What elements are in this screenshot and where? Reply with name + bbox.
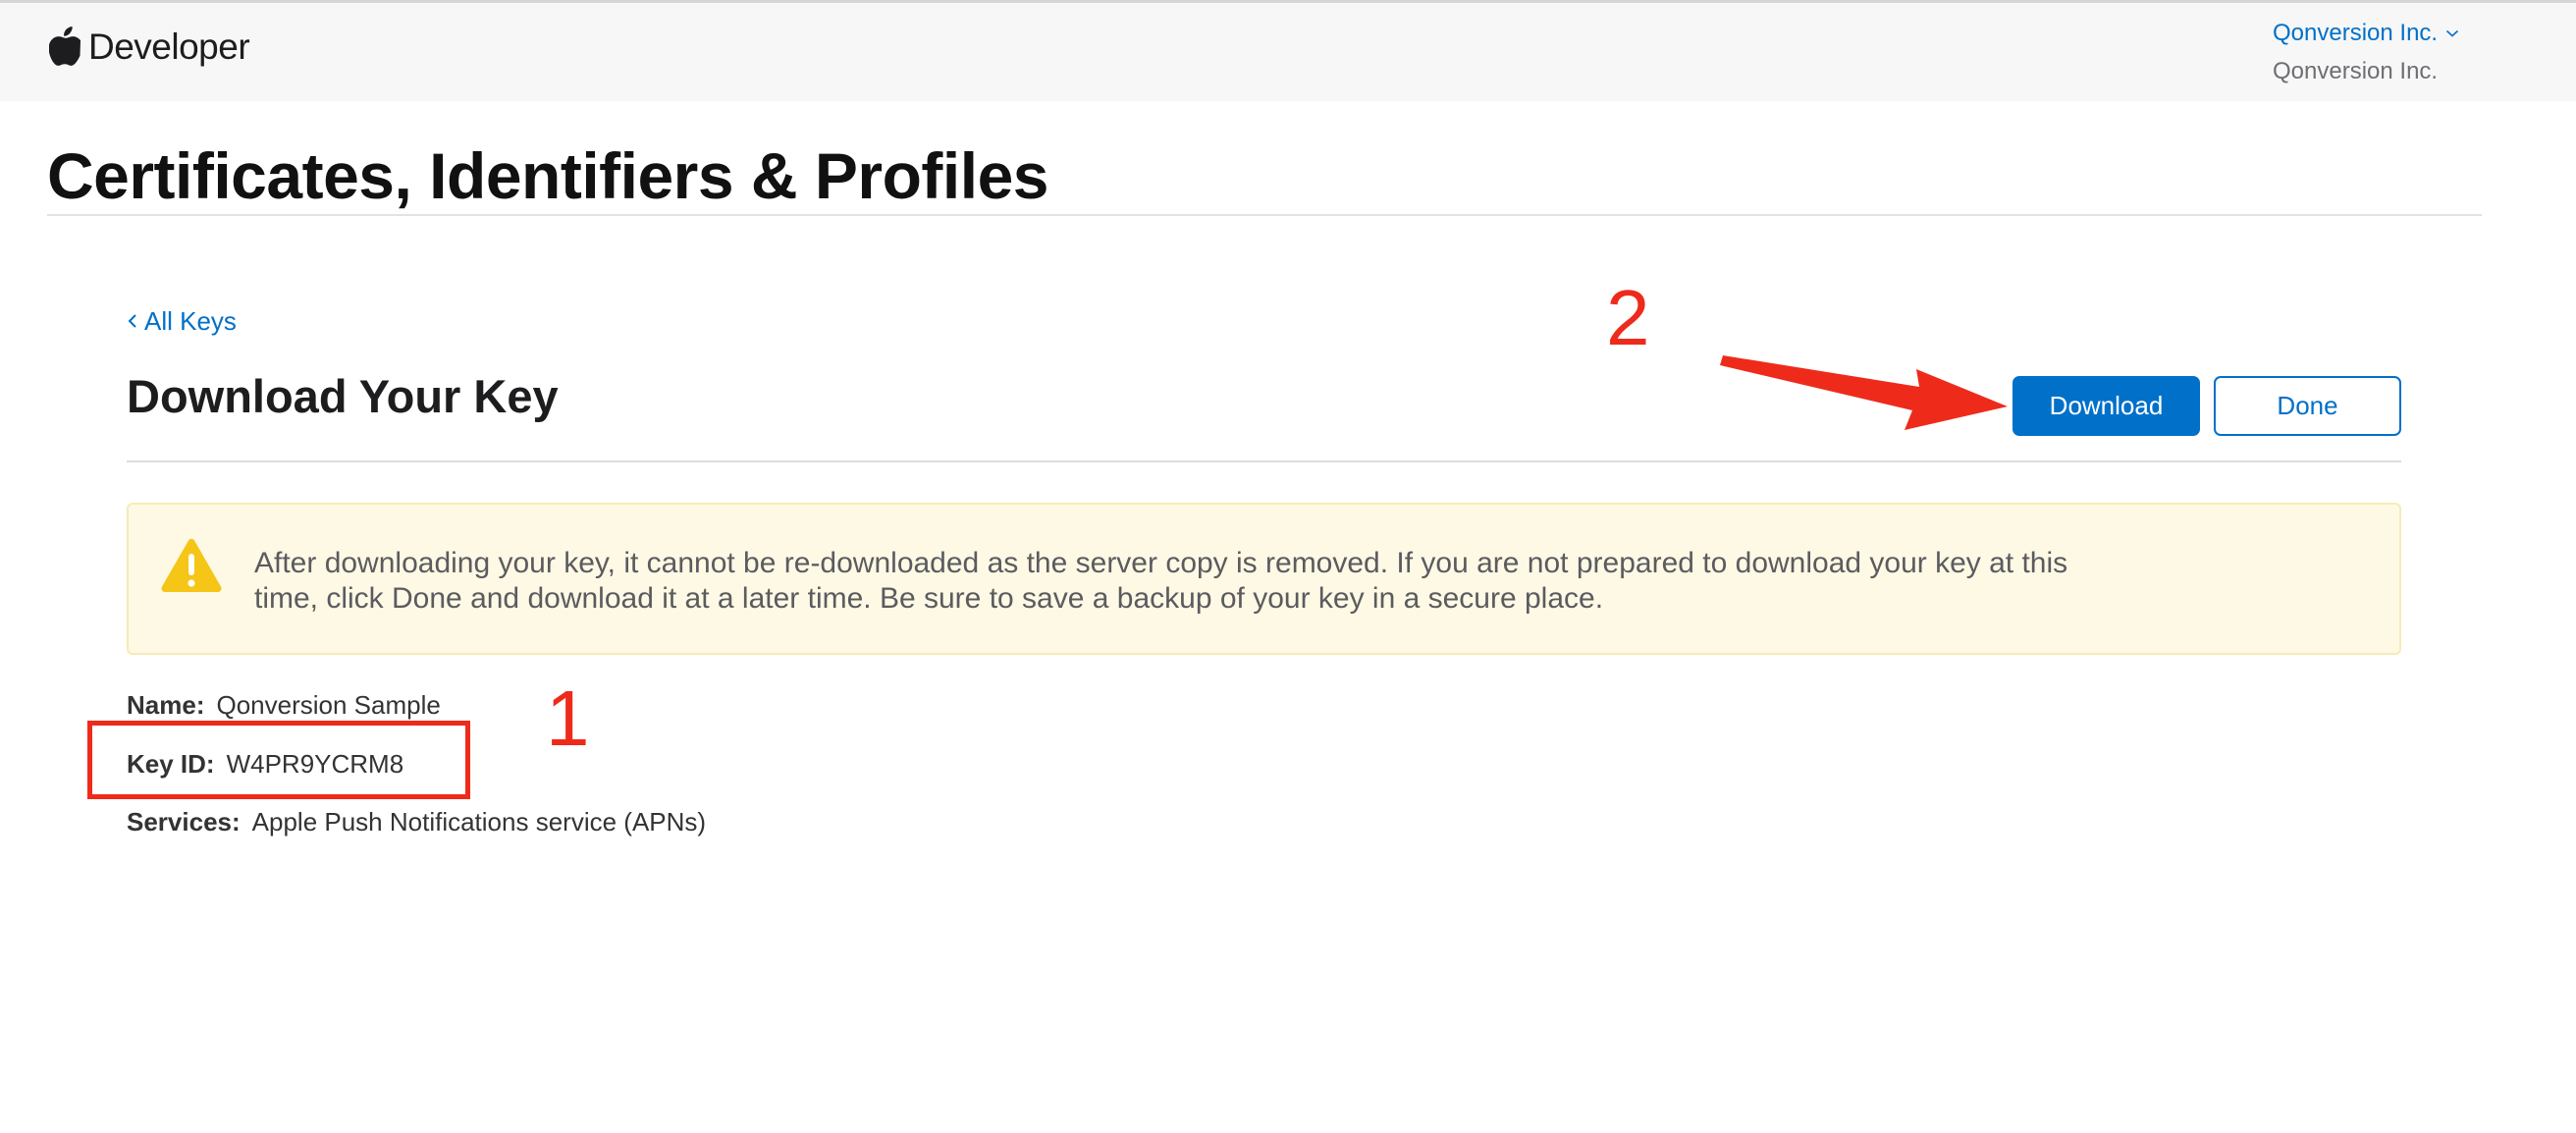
title-divider: [47, 214, 2482, 216]
services-label: Services:: [127, 807, 241, 836]
global-header: Developer Qonversion Inc. Qonversion Inc…: [0, 0, 2576, 101]
developer-brand[interactable]: Developer: [49, 26, 250, 67]
annotation-arrow-icon: [1720, 355, 2008, 430]
all-keys-back-link[interactable]: All Keys: [127, 304, 237, 338]
section-divider: [127, 460, 2401, 462]
warning-message: After downloading your key, it cannot be…: [254, 547, 2068, 615]
services-value: Apple Push Notifications service (APNs): [251, 807, 707, 836]
account-team-name: Qonversion Inc.: [2273, 58, 2439, 84]
page-title: Certificates, Identifiers & Profiles: [47, 139, 1049, 212]
annotation-step-2: 2: [1606, 274, 1650, 361]
account-name: Qonversion Inc.: [2273, 20, 2439, 46]
account-menu-button[interactable]: Qonversion Inc.: [2273, 17, 2508, 50]
done-button[interactable]: Done: [2214, 376, 2401, 436]
section-title: Download Your Key: [127, 370, 559, 422]
chevron-left-icon: [128, 314, 136, 328]
warning-triangle-icon: [161, 538, 222, 592]
brand-text: Developer: [88, 26, 250, 67]
download-button[interactable]: Download: [2012, 376, 2200, 436]
warning-banner: After downloading your key, it cannot be…: [127, 503, 2401, 655]
annotation-step-1: 1: [546, 674, 590, 762]
name-label: Name:: [127, 690, 205, 720]
detail-name-row: Name: Qonversion Sample: [127, 688, 441, 722]
apple-logo-icon: [49, 27, 80, 66]
chevron-down-icon: [2446, 29, 2459, 37]
detail-services-row: Services: Apple Push Notifications servi…: [127, 805, 706, 838]
back-link-label: All Keys: [144, 306, 237, 336]
name-value: Qonversion Sample: [216, 690, 441, 720]
account-menu: Qonversion Inc. Qonversion Inc.: [2273, 17, 2508, 89]
keyid-highlight-box: [87, 721, 470, 799]
